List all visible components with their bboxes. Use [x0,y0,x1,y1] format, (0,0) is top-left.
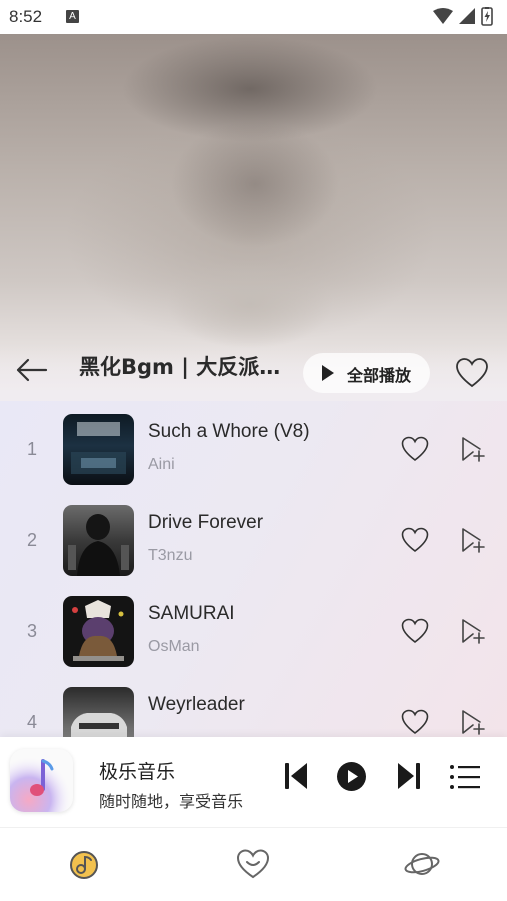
song-title: Such a Whore (V8) [148,421,310,442]
add-to-playlist-icon[interactable] [458,435,486,463]
play-circle-icon[interactable] [336,761,367,792]
status-bar: 8:52 A [0,0,507,34]
status-icons [433,7,493,26]
cover-art [72,600,124,661]
heart-outline-icon[interactable] [400,526,430,554]
song-row[interactable]: 4 Weyrleader [0,674,507,737]
heart-outline-icon [456,358,488,388]
heart-chat-icon[interactable] [235,846,271,882]
planet-icon[interactable] [404,846,440,882]
song-cover [63,414,134,485]
music-note-logo-icon [10,749,73,812]
song-cover [63,687,134,737]
battery-icon [481,7,493,26]
mini-player[interactable]: 极乐音乐 随时随地，享受音乐 [0,737,507,827]
heart-outline-icon[interactable] [400,435,430,463]
song-list: 1 Such a Whore (V8) Aini 2 Drive Forever… [0,401,507,737]
skip-next-icon[interactable] [396,761,422,791]
arrow-left-icon [16,358,48,382]
play-all-button[interactable]: 全部播放 [303,353,430,393]
heart-outline-icon[interactable] [400,617,430,645]
cover-art [71,422,126,474]
song-index: 4 [26,712,37,732]
song-artist: Aini [148,456,175,473]
app-logo [10,749,73,812]
music-disc-icon[interactable] [66,846,102,882]
play-icon [322,365,334,381]
song-cover [63,505,134,576]
song-index: 3 [26,621,37,641]
cover-art [71,713,127,737]
play-all-label: 全部播放 [347,366,412,385]
add-to-playlist-icon[interactable] [458,526,486,554]
playlist-title: 黑化Bgm | 大反派… [79,355,281,379]
song-row[interactable]: 2 Drive Forever T3nzu [0,492,507,583]
status-time: 8:52 [9,7,43,26]
song-artist: OsMan [148,638,200,655]
song-cover [63,596,134,667]
wifi-icon [433,8,453,24]
add-to-playlist-icon[interactable] [458,708,486,736]
notification-badge: A [66,10,79,23]
mini-player-subtitle: 随时随地，享受音乐 [99,792,244,811]
skip-previous-icon[interactable] [283,761,309,791]
bottom-nav [0,827,507,901]
mini-player-title: 极乐音乐 [99,761,176,783]
song-index: 2 [26,530,37,550]
cover-art [68,514,129,576]
song-title: Drive Forever [148,512,264,533]
song-title: SAMURAI [148,603,235,624]
song-artist: T3nzu [148,547,193,564]
playlist-menu-icon[interactable] [449,763,481,791]
back-button[interactable] [12,352,52,388]
heart-outline-icon[interactable] [400,708,430,736]
signal-icon [459,8,475,24]
song-title: Weyrleader [148,694,245,715]
song-row[interactable]: 3 SAMURAI OsMan [0,583,507,674]
favorite-playlist-button[interactable] [454,356,490,390]
song-index: 1 [26,439,37,459]
add-to-playlist-icon[interactable] [458,617,486,645]
song-row[interactable]: 1 Such a Whore (V8) Aini [0,401,507,492]
